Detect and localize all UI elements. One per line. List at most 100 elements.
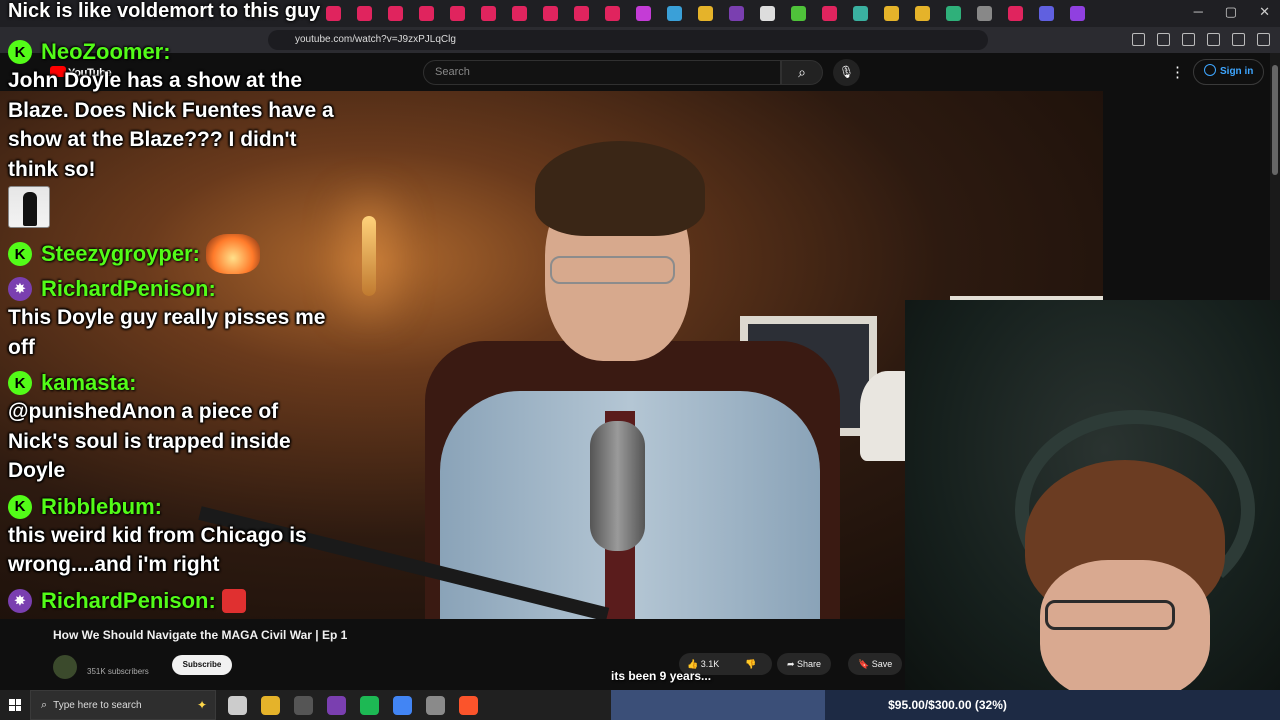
chat-username[interactable]: Steezygroyper:: [41, 241, 200, 267]
tab-favicon-icon[interactable]: [915, 6, 930, 21]
discord-icon[interactable]: [327, 695, 346, 715]
host-glasses: [550, 256, 675, 284]
chat-message-header: K Ribblebum:: [8, 493, 338, 521]
chat-message-header: ✸ RichardPenison:: [8, 275, 338, 303]
tab-favicon-icon[interactable]: [729, 6, 744, 21]
streamer-webcam: [905, 300, 1280, 690]
tab-favicon-icon[interactable]: [822, 6, 837, 21]
sign-in-button[interactable]: Sign in: [1193, 59, 1265, 85]
like-count: 3.1K: [700, 659, 720, 669]
tab-favicon-icon[interactable]: [419, 6, 434, 21]
tab-favicon-icon[interactable]: [481, 6, 496, 21]
tab-favicon-icon[interactable]: [357, 6, 372, 21]
chat-message-text: John Doyle has a show at the Blaze. Does…: [8, 69, 334, 181]
subscribe-button[interactable]: Subscribe: [172, 655, 232, 675]
tab-favicon-icon[interactable]: [791, 6, 806, 21]
browser-tab-strip: Nick is like voldemort to this guy ─ ▢ ✕: [0, 0, 1280, 27]
close-window-button[interactable]: ✕: [1259, 4, 1270, 20]
brave-icon[interactable]: [459, 695, 478, 715]
host-hair: [535, 141, 705, 236]
tab-favicon-icon[interactable]: [667, 6, 682, 21]
windows-taskbar: ⌕ Type here to search ✦: [0, 690, 611, 720]
settings-menu-button[interactable]: ⋮: [1170, 63, 1185, 81]
subscriber-badge-icon: ✸: [8, 277, 32, 301]
dislike-button[interactable]: 👎: [745, 653, 756, 675]
scroll-thumb[interactable]: [1272, 65, 1278, 175]
tab-favicon-icon[interactable]: [698, 6, 713, 21]
chat-username[interactable]: kamasta:: [41, 370, 136, 396]
wall-lamp: [362, 216, 376, 296]
chrome-icon[interactable]: [393, 695, 412, 715]
tab-favicon-icon[interactable]: [977, 6, 992, 21]
tab-favicon-icon[interactable]: [450, 6, 465, 21]
media-icon[interactable]: [1157, 33, 1170, 46]
voice-search-button[interactable]: 🎙: [833, 59, 860, 86]
taskbar-apps: [228, 695, 478, 715]
search-input[interactable]: Search: [423, 60, 781, 85]
obs-icon[interactable]: [294, 695, 313, 715]
tab-favicon-icon[interactable]: [605, 6, 620, 21]
menu-icon[interactable]: [1257, 33, 1270, 46]
share-button[interactable]: ➦ Share: [777, 653, 832, 675]
vpn-icon[interactable]: [1232, 33, 1245, 46]
chat-username[interactable]: NeoZoomer:: [41, 39, 171, 65]
tab-favicon-icon[interactable]: [543, 6, 558, 21]
tab-favicon-icon[interactable]: [1070, 6, 1085, 21]
tab-favicons: [326, 6, 1085, 21]
tab-favicon-icon[interactable]: [574, 6, 589, 21]
chat-message-header: ✸ RichardPenison:: [8, 587, 338, 615]
thumbs-up-icon: 👍: [687, 659, 701, 669]
mic-icon: 🎙: [838, 65, 855, 79]
chat-message: K Ribblebum: this weird kid from Chicago i…: [8, 493, 338, 580]
spotify-icon[interactable]: [360, 695, 379, 715]
taskbar-search[interactable]: ⌕ Type here to search ✦: [30, 690, 216, 720]
chat-message-header: K Steezygroyper:: [8, 234, 338, 274]
file-explorer-icon[interactable]: [261, 695, 280, 715]
chat-username[interactable]: Ribblebum:: [41, 494, 162, 520]
tab-favicon-icon[interactable]: [388, 6, 403, 21]
kick-badge-icon: K: [8, 494, 32, 519]
app-icon[interactable]: [426, 695, 445, 715]
start-button[interactable]: [0, 690, 30, 720]
subscriber-badge-icon: ✸: [8, 588, 32, 613]
chat-message: K NeoZoomer: John Doyle has a show at the …: [8, 38, 338, 233]
search-icon: ⌕: [798, 64, 806, 80]
tab-favicon-icon[interactable]: [326, 6, 341, 21]
tab-favicon-icon[interactable]: [946, 6, 961, 21]
window-controls: ─ ▢ ✕: [1194, 4, 1270, 20]
streamer-glasses: [1045, 600, 1175, 630]
chat-message: K Steezygroyper:: [8, 234, 338, 274]
save-button[interactable]: 🔖 Save: [848, 653, 903, 675]
task-view-icon[interactable]: [228, 695, 247, 715]
maximize-button[interactable]: ▢: [1225, 4, 1237, 20]
tab-favicon-icon[interactable]: [884, 6, 899, 21]
url-field[interactable]: youtube.com/watch?v=J9zxPJLqClg: [268, 30, 988, 50]
screen: Nick is like voldemort to this guy ─ ▢ ✕…: [0, 0, 1280, 720]
stream-title-overlay: Nick is like voldemort to this guy: [8, 0, 321, 22]
search-button[interactable]: ⌕: [781, 60, 823, 85]
chat-message: ✸ RichardPenison: This Doyle guy really pi…: [8, 275, 338, 362]
chat-message-text: @punishedAnon a piece of Nick's soul is …: [8, 400, 291, 482]
chat-message-header: Kkamasta:: [8, 369, 338, 397]
stream-caption: its been 9 years...: [611, 669, 712, 683]
wallet-icon[interactable]: [1207, 33, 1220, 46]
chat-overlay: K NeoZoomer: John Doyle has a show at the …: [8, 38, 338, 622]
chat-username[interactable]: RichardPenison:: [41, 276, 216, 302]
search-icon: ⌕: [41, 698, 48, 711]
tab-favicon-icon[interactable]: [512, 6, 527, 21]
tab-favicon-icon[interactable]: [1008, 6, 1023, 21]
kick-badge-icon: K: [8, 371, 32, 395]
tab-favicon-icon[interactable]: [636, 6, 651, 21]
tab-favicon-icon[interactable]: [853, 6, 868, 21]
tab-favicon-icon[interactable]: [760, 6, 775, 21]
share-icon: ➦: [787, 659, 798, 669]
chat-username[interactable]: RichardPenison:: [41, 588, 216, 614]
thumbs-down-icon: 👎: [745, 659, 757, 669]
sidebar-icon[interactable]: [1182, 33, 1195, 46]
person-icon: [1204, 64, 1216, 76]
minimize-button[interactable]: ─: [1194, 4, 1203, 20]
extensions-icon[interactable]: [1132, 33, 1145, 46]
tab-favicon-icon[interactable]: [1039, 6, 1054, 21]
chat-message: ✸ RichardPenison:: [8, 587, 338, 615]
channel-avatar[interactable]: [53, 655, 77, 679]
